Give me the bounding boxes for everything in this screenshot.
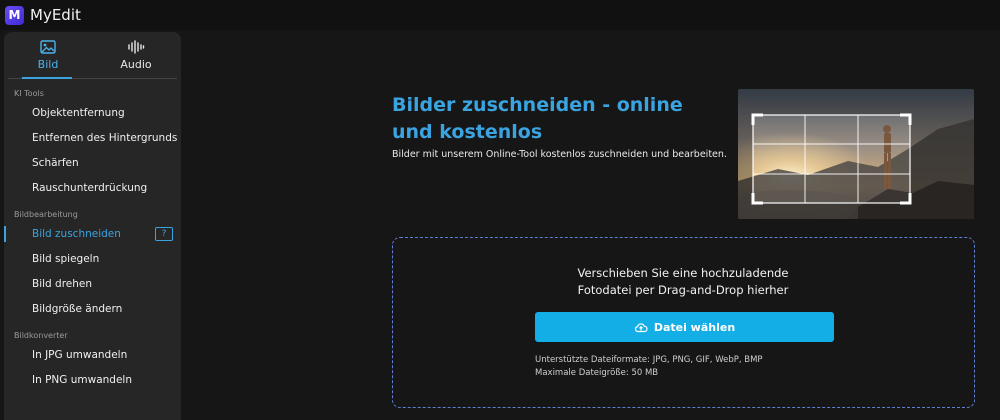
tab-bild[interactable]: Bild [4, 32, 92, 78]
sidebar-item-bild-zuschneiden[interactable]: Bild zuschneiden ? [4, 223, 181, 245]
tab-audio-label: Audio [120, 58, 152, 71]
brand-name[interactable]: MyEdit [30, 6, 81, 24]
choose-file-button[interactable]: Datei wählen [535, 312, 834, 342]
upload-requirements: Unterstützte Dateiformate: JPG, PNG, GIF… [535, 354, 763, 380]
sidebar-item-bild-spiegeln[interactable]: Bild spiegeln [4, 248, 181, 270]
sidebar-item-schaerfen[interactable]: Schärfen [4, 152, 181, 174]
image-icon [40, 40, 56, 54]
section-label-bildkonverter: Bildkonverter [14, 331, 68, 340]
help-icon-glyph: ? [161, 229, 167, 239]
max-file-size: Maximale Dateigröße: 50 MB [535, 368, 659, 378]
sidebar-item-in-jpg-umwandeln[interactable]: In JPG umwandeln [4, 344, 181, 366]
sidebar-item-hintergrund-entfernen[interactable]: Entfernen des Hintergrunds [4, 127, 181, 149]
logo-letter: M [8, 8, 21, 22]
tab-bild-label: Bild [37, 58, 59, 71]
choose-file-label: Datei wählen [653, 320, 736, 334]
sidebar-item-label: Entfernen des Hintergrunds [32, 132, 178, 144]
sidebar-item-label: Bild drehen [32, 278, 93, 290]
myedit-logo[interactable]: M [5, 5, 24, 25]
dropzone-instructions: Verschieben Sie eine hochzuladende Fotod… [393, 265, 973, 299]
top-bar: M MyEdit [0, 0, 1000, 30]
dropzone-text-line-2: Fotodatei per Drag-and-Drop hierher [577, 283, 789, 297]
help-video-icon[interactable]: ? [155, 227, 173, 241]
crop-preview-image [738, 89, 974, 219]
sidebar-item-rauschunterdrueckung[interactable]: Rauschunterdrückung [4, 177, 181, 199]
sidebar-item-label: In JPG umwandeln [32, 349, 128, 361]
sidebar-item-in-png-umwandeln[interactable]: In PNG umwandeln [4, 369, 181, 391]
supported-formats: Unterstützte Dateiformate: JPG, PNG, GIF… [535, 355, 763, 365]
upload-dropzone[interactable]: Verschieben Sie eine hochzuladende Fotod… [392, 237, 975, 408]
sidebar-item-label: Objektentfernung [32, 107, 125, 119]
sidebar-item-label: Bildgröße ändern [32, 303, 123, 315]
active-item-indicator [4, 226, 6, 242]
dropzone-text-line-1: Verschieben Sie eine hochzuladende [577, 266, 789, 280]
section-label-ki-tools: KI Tools [14, 89, 44, 98]
sidebar-item-objektentfernung[interactable]: Objektentfernung [4, 102, 181, 124]
section-label-bildbearbeitung: Bildbearbeitung [14, 210, 78, 219]
sidebar-item-label: Schärfen [32, 157, 79, 169]
sidebar-item-bild-drehen[interactable]: Bild drehen [4, 273, 181, 295]
sidebar-item-bildgroesse-aendern[interactable]: Bildgröße ändern [4, 298, 181, 320]
sidebar-item-label: Rauschunterdrückung [32, 182, 148, 194]
page-subtitle: Bilder mit unserem Online-Tool kostenlos… [392, 149, 727, 160]
sidebar-item-label: Bild spiegeln [32, 253, 100, 265]
sidebar-item-label: In PNG umwandeln [32, 374, 133, 386]
active-tab-indicator [22, 77, 72, 79]
page-title: Bilder zuschneiden - online und kostenlo… [392, 94, 683, 143]
sidebar-item-label: Bild zuschneiden [32, 228, 121, 240]
sidebar: Bild Audio KI Tools Objektentfernung Ent… [4, 32, 181, 420]
audio-wave-icon [128, 40, 145, 54]
cloud-upload-icon [634, 322, 648, 332]
tab-bar: Bild Audio [4, 32, 181, 79]
tab-audio[interactable]: Audio [92, 32, 180, 78]
